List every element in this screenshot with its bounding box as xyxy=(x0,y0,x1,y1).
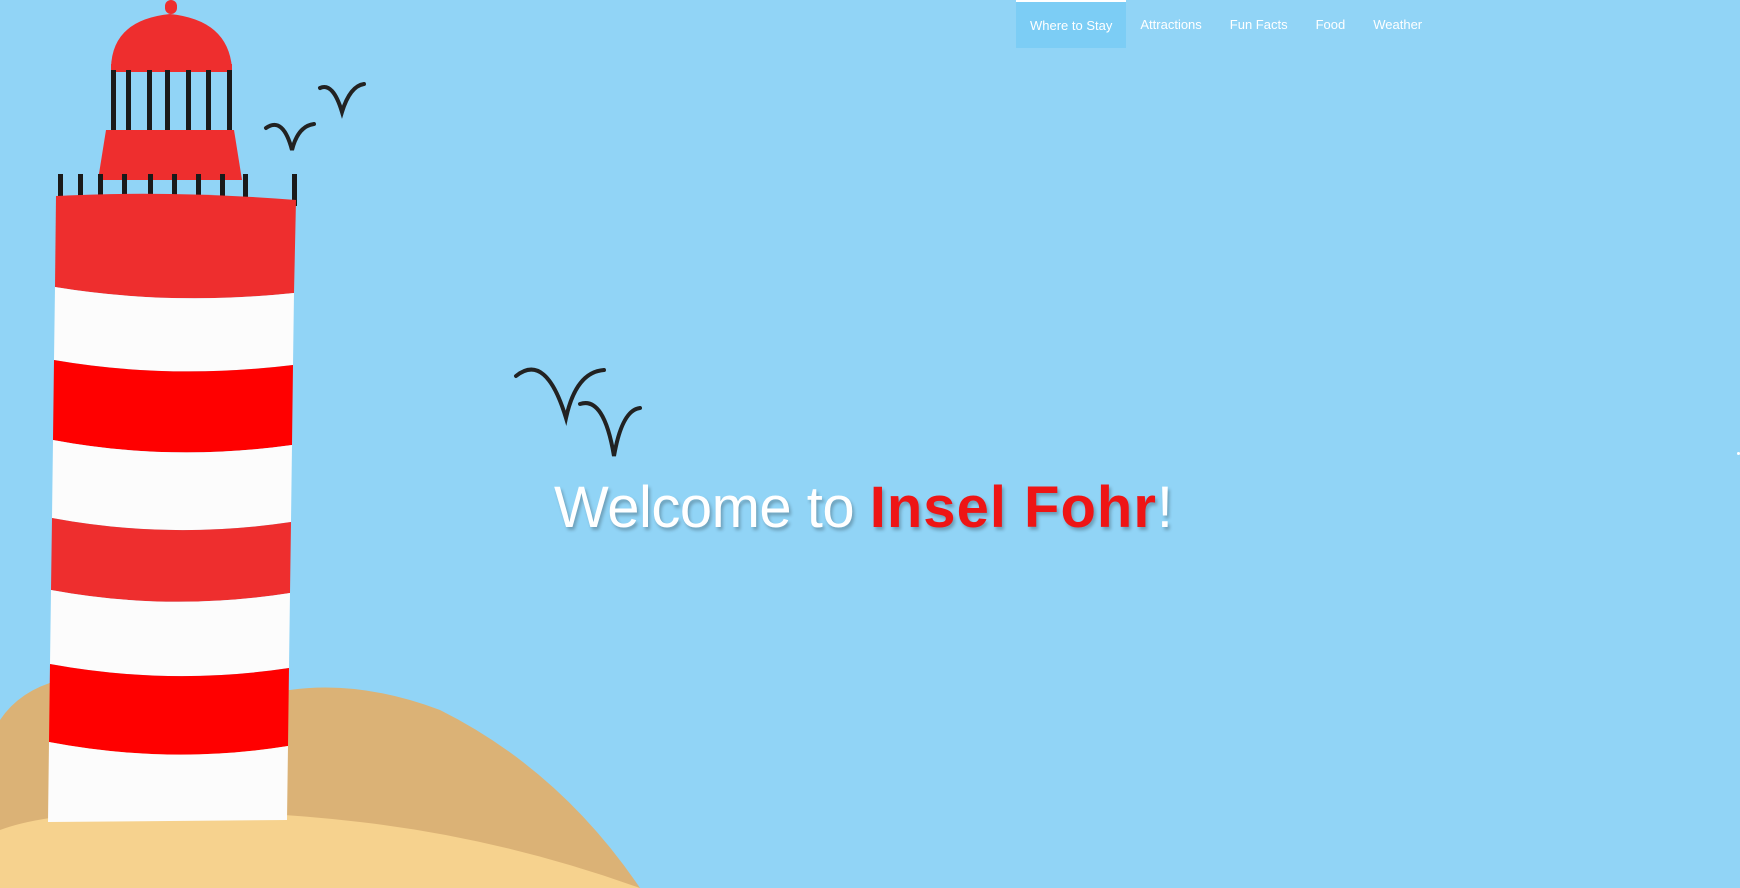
nav-food[interactable]: Food xyxy=(1302,0,1360,48)
nav-fun-facts[interactable]: Fun Facts xyxy=(1216,0,1302,48)
hero-island-name: Insel Fohr xyxy=(869,475,1157,540)
hero-welcome-text: Welcome to xyxy=(554,475,870,540)
top-nav: Where to Stay Attractions Fun Facts Food… xyxy=(1016,0,1436,48)
hero-exclamation: ! xyxy=(1156,475,1173,540)
lighthouse-illustration xyxy=(0,0,642,888)
nav-where-to-stay[interactable]: Where to Stay xyxy=(1016,0,1127,48)
page: Where to Stay Attractions Fun Facts Food… xyxy=(0,0,1740,888)
bird-icon xyxy=(264,82,642,457)
nav-weather[interactable]: Weather xyxy=(1359,0,1436,48)
nav-attractions[interactable]: Attractions xyxy=(1126,0,1215,48)
hero-heading: Welcome to Insel Fohr! xyxy=(554,473,1173,543)
